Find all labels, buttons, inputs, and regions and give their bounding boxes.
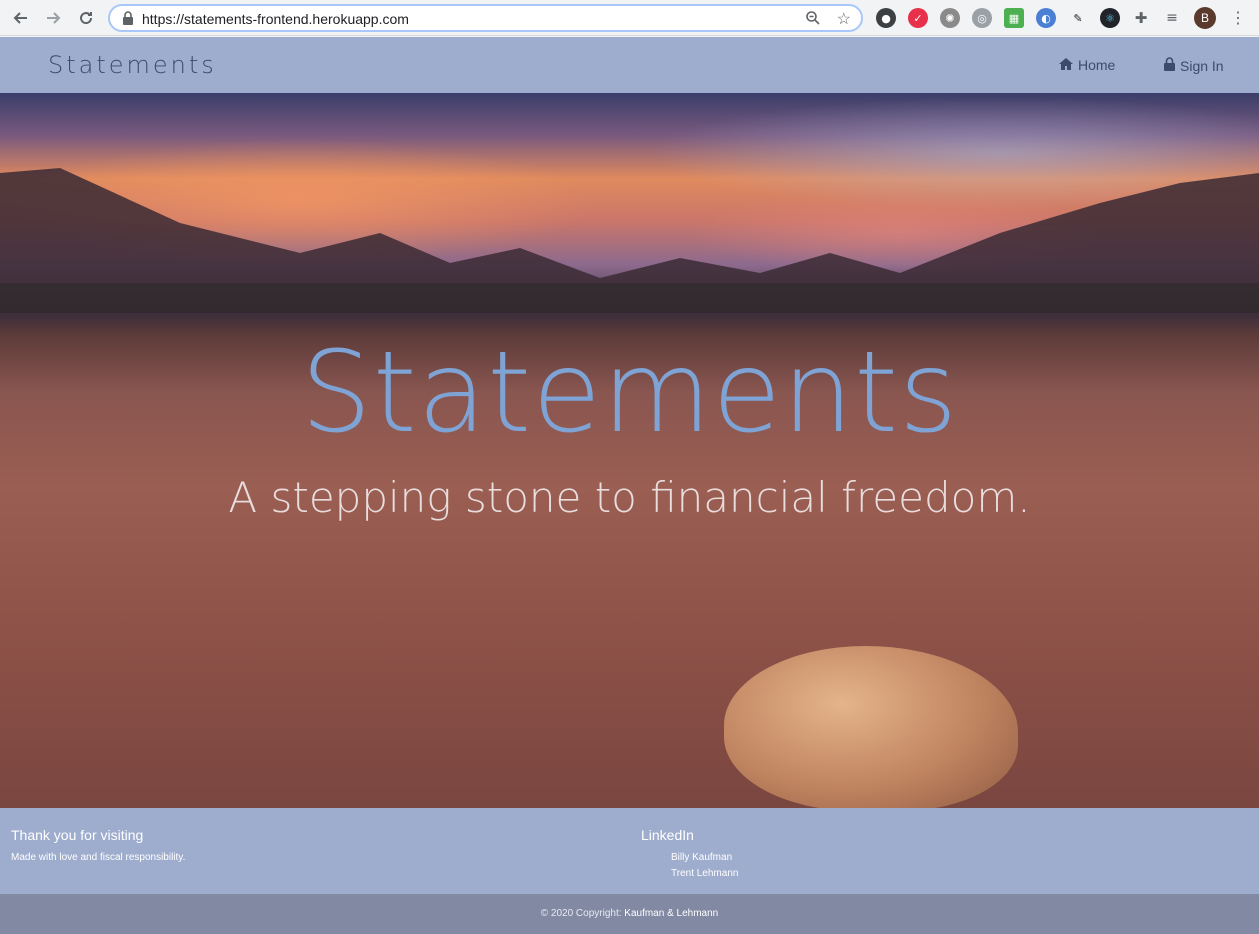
extension-icon[interactable]: ✺ [940,8,960,28]
extension-icon[interactable]: ✎ [1068,8,1088,28]
hero-subtitle: A stepping stone to financial freedom. [228,473,1031,522]
copyright-text: © 2020 Copyright: [540,908,625,919]
media-icon[interactable]: ≡ [1162,8,1182,28]
extension-icon[interactable]: ◎ [972,8,992,28]
nav-sign-in[interactable]: Sign In [1164,57,1224,74]
url-text: https://statements-frontend.herokuapp.co… [142,11,409,27]
extension-icon[interactable]: ● [876,8,896,28]
avatar[interactable]: B [1194,7,1216,29]
menu-kebab-icon[interactable]: ⋮ [1230,8,1246,28]
reload-icon[interactable] [75,7,97,29]
hero-banner: Statements A stepping stone to financial… [0,93,1259,808]
forward-icon[interactable] [42,7,64,29]
back-icon[interactable] [10,7,32,29]
footer: Thank you for visiting Made with love an… [0,808,1259,894]
site-navbar: Statements Home Sign In [0,37,1259,93]
extension-icon[interactable]: ✓ [908,8,928,28]
hero-title: Statements [300,328,959,458]
lock-icon [122,11,134,30]
bookmark-star-icon[interactable]: ☆ [837,9,851,29]
brand-logo[interactable]: Statements [48,51,217,79]
browser-toolbar: https://statements-frontend.herokuapp.co… [0,0,1259,36]
react-devtools-icon[interactable]: ⚛ [1100,8,1120,28]
zoom-icon[interactable] [805,10,821,31]
nav-home[interactable]: Home [1059,57,1115,73]
lock-icon [1164,57,1175,74]
extension-icon[interactable]: ▦ [1004,8,1024,28]
footer-heading: Thank you for visiting [11,827,144,843]
footer-linkedin-heading: LinkedIn [641,827,694,843]
copyright-bar: © 2020 Copyright: Kaufman & Lehmann [0,894,1259,934]
copyright-owners-link[interactable]: Kaufman & Lehmann [624,908,718,919]
nav-home-label: Home [1078,57,1116,73]
extensions-icon[interactable]: ✚ [1131,8,1151,28]
linkedin-link-billy[interactable]: Billy Kaufman [671,852,732,863]
nav-sign-in-label: Sign In [1180,57,1224,74]
address-bar[interactable]: https://statements-frontend.herokuapp.co… [108,4,863,32]
footer-text: Made with love and fiscal responsibility… [11,852,186,863]
extension-icon[interactable]: ◐ [1036,8,1056,28]
rock-image [724,646,1018,808]
home-icon [1059,57,1073,73]
linkedin-link-trent[interactable]: Trent Lehmann [671,868,738,879]
